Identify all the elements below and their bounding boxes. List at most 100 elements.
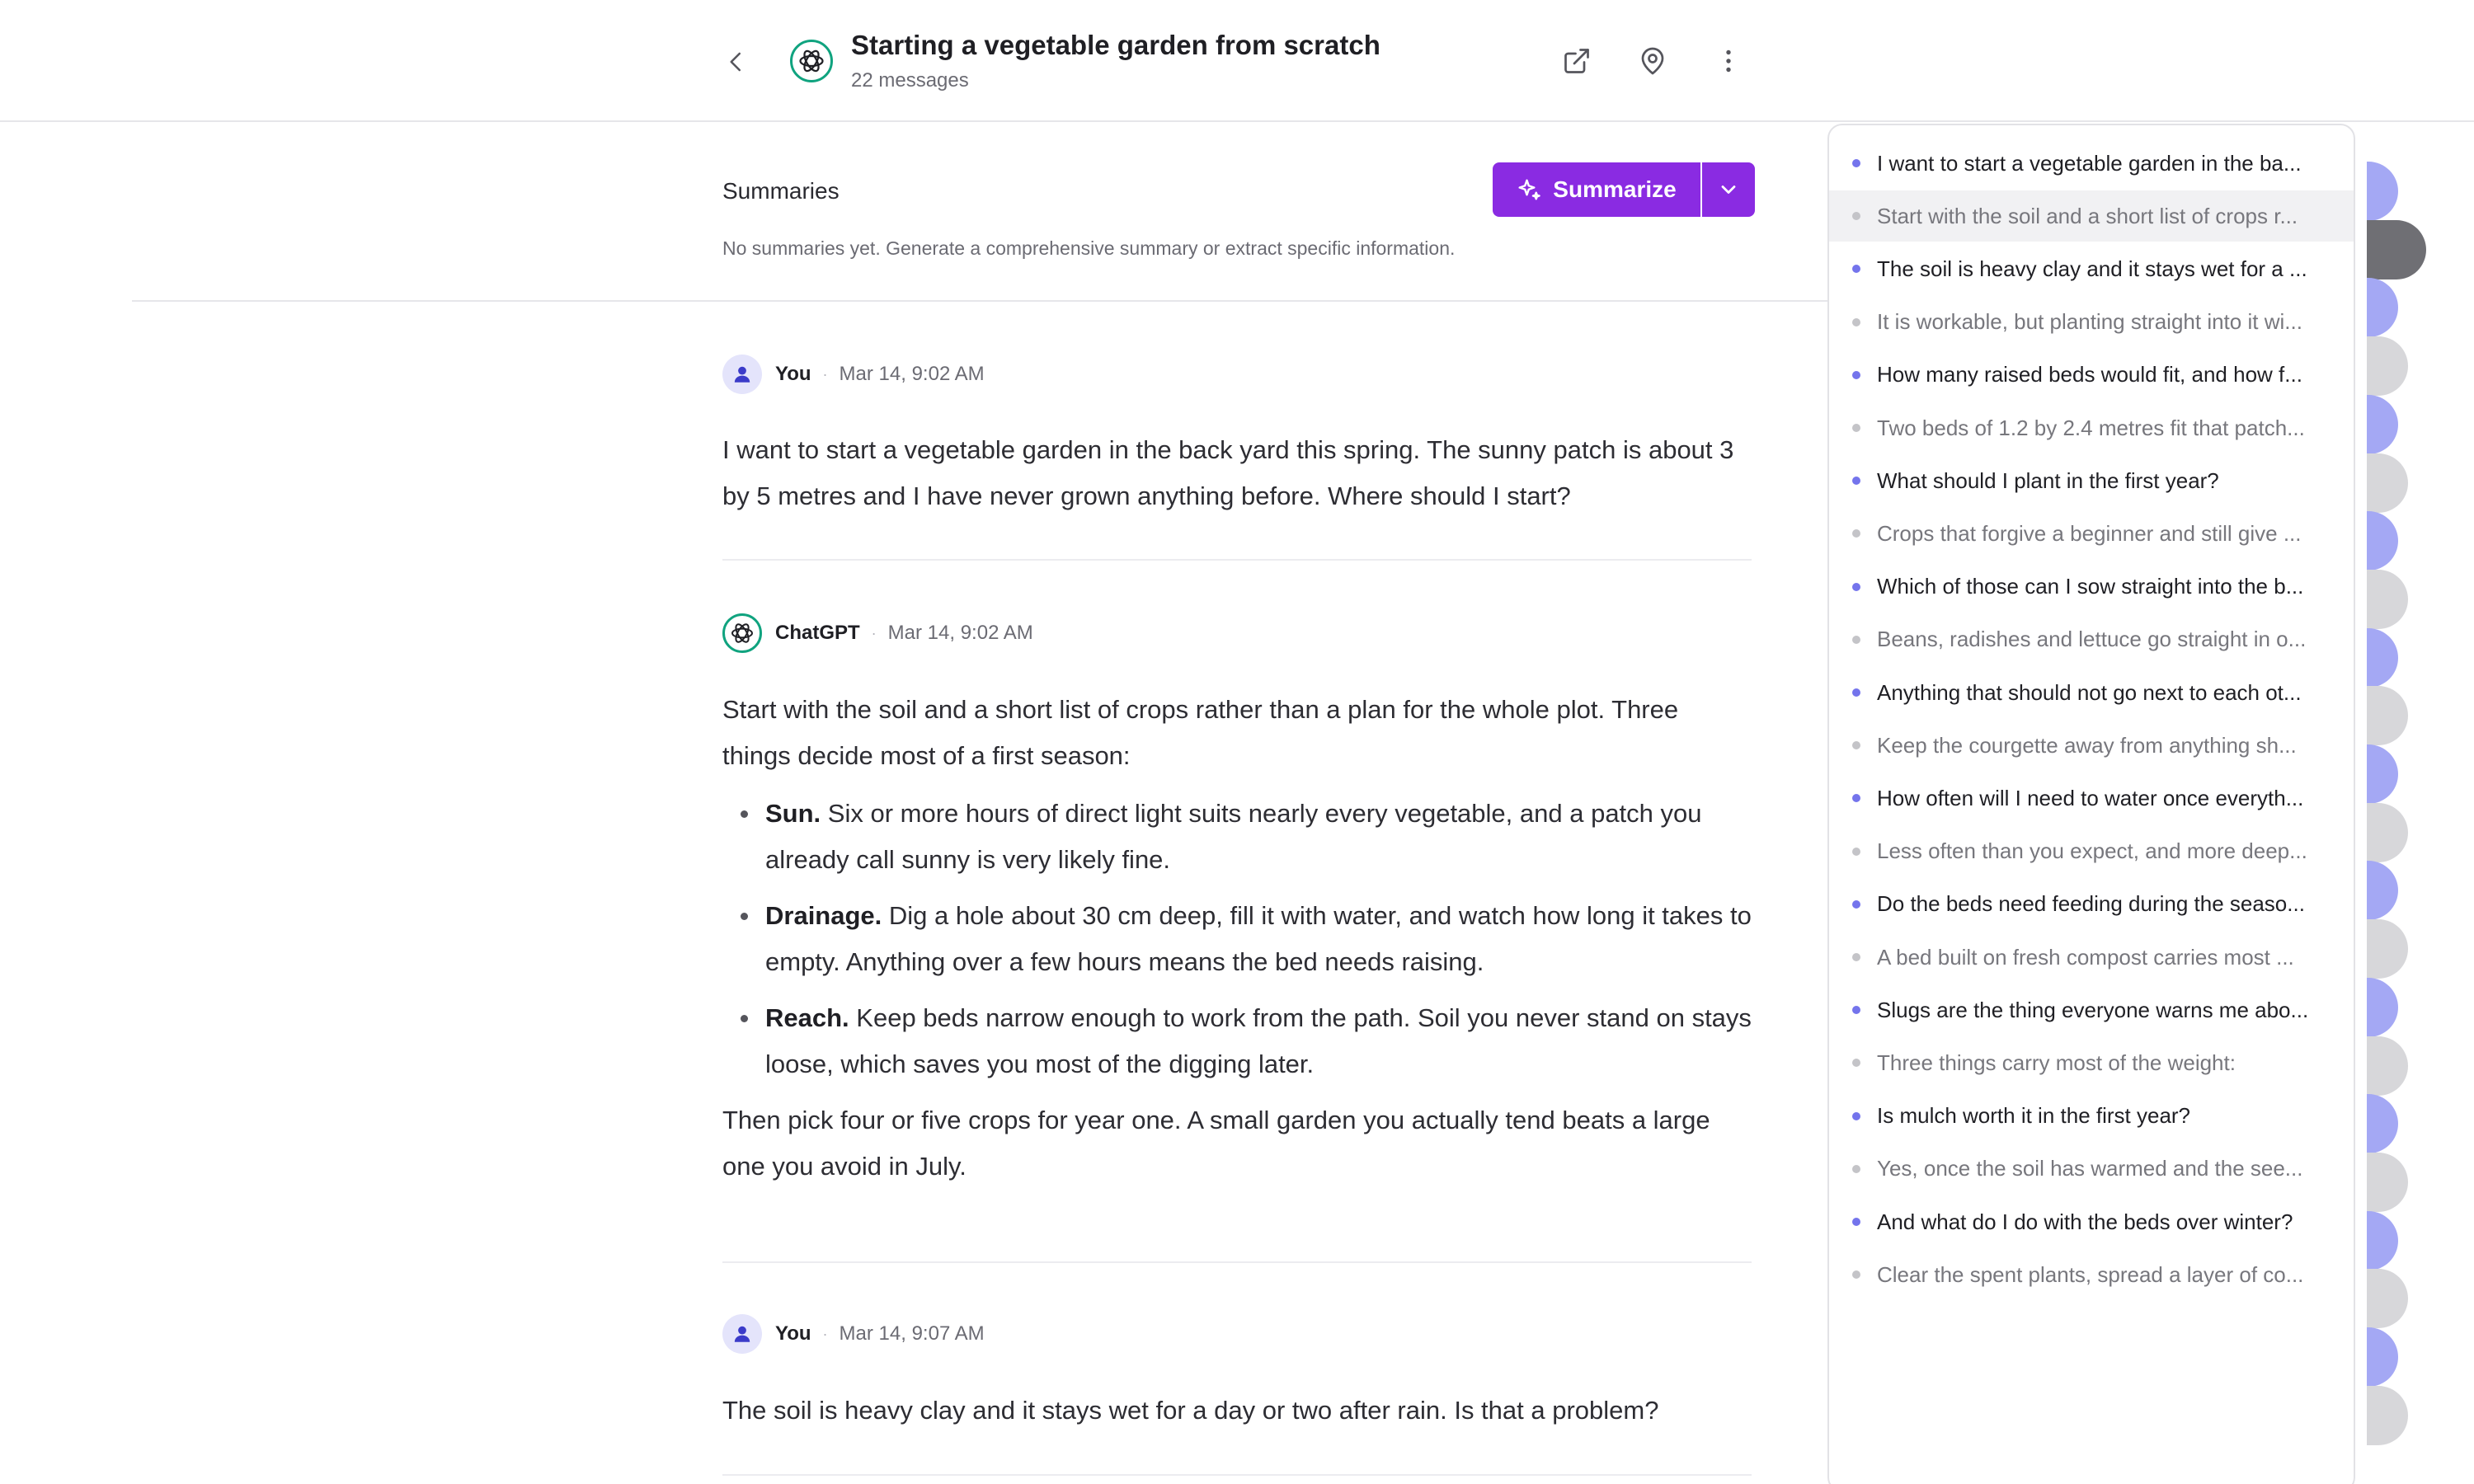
minimap-marker[interactable] [2367,162,2398,221]
chatgpt-avatar [722,613,762,653]
chatgpt-logo-icon [731,623,753,643]
message-outro: Then pick four or five crops for year on… [722,1106,1710,1181]
more-vertical-icon [1726,49,1731,73]
chatgpt-logo [790,40,833,82]
minimap-marker[interactable] [2367,1094,2398,1154]
user-message-dot [1852,1218,1860,1226]
minimap-marker[interactable] [2367,977,2398,1037]
outline-item[interactable]: Crops that forgive a beginner and still … [1829,508,2354,559]
minimap-marker[interactable] [2367,1210,2398,1270]
list-item: Sun. Six or more hours of direct light s… [722,791,1753,883]
message-header: ChatGPT · Mar 14, 9:02 AM [722,613,1033,653]
assistant-message-dot [1852,953,1860,961]
outline-item[interactable]: It is workable, but planting straight in… [1829,297,2354,348]
outline-item-label: Clear the spent plants, spread a layer o… [1877,1261,2304,1287]
message-header: You · Mar 14, 9:02 AM [722,355,985,394]
message-body: The soil is heavy clay and it stays wet … [722,1388,1753,1434]
outline-item-label: Crops that forgive a beginner and still … [1877,520,2302,546]
locate-button[interactable] [1633,41,1672,81]
message-time: Mar 14, 9:07 AM [839,1322,985,1345]
minimap-marker[interactable] [2367,1036,2408,1096]
message-intro: Start with the soil and a short list of … [722,695,1679,770]
outline-item[interactable]: I want to start a vegetable garden in th… [1829,138,2354,189]
minimap-marker[interactable] [2367,802,2408,862]
summarize-button[interactable]: Summarize [1493,162,1700,217]
message-count: 22 messages [851,69,969,92]
minimap-marker[interactable] [2367,336,2408,397]
outline-item[interactable]: Which of those can I sow straight into t… [1829,561,2354,613]
outline-item[interactable]: How many raised beds would fit, and how … [1829,350,2354,401]
message-header: You · Mar 14, 9:07 AM [722,1314,985,1354]
outline-item[interactable]: Yes, once the soil has warmed and the se… [1829,1144,2354,1195]
separator-dot: · [822,365,828,383]
minimap-marker[interactable] [2367,686,2408,746]
outline-item[interactable]: Less often than you expect, and more dee… [1829,826,2354,877]
bullet-text: Dig a hole about 30 cm deep, fill it wit… [765,901,1752,976]
outline-item[interactable]: Slugs are the thing everyone warns me ab… [1829,984,2354,1036]
assistant-message-dot [1852,212,1860,221]
minimap-marker[interactable] [2367,511,2398,571]
user-message-dot [1852,477,1860,486]
conversation-header: Starting a vegetable garden from scratch… [0,0,2474,122]
message-divider [722,559,1752,561]
summaries-section: Summaries No summaries yet. Generate a c… [132,124,1831,302]
minimap-marker[interactable] [2367,394,2398,454]
outline-item[interactable]: Beans, radishes and lettuce go straight … [1829,614,2354,665]
minimap-marker[interactable] [2367,569,2408,629]
assistant-message-dot [1852,1059,1860,1068]
message-divider [722,1474,1752,1476]
outline-item[interactable]: Keep the courgette away from anything sh… [1829,720,2354,771]
author-name: ChatGPT [775,622,860,644]
back-button[interactable] [717,43,755,81]
outline-item[interactable]: The soil is heavy clay and it stays wet … [1829,243,2354,294]
conversation-outline-panel: I want to start a vegetable garden in th… [1827,124,2355,1484]
outline-item-label: Two beds of 1.2 by 2.4 metres fit that p… [1877,415,2305,440]
outline-item[interactable]: How often will I need to water once ever… [1829,773,2354,824]
summaries-empty-text: No summaries yet. Generate a comprehensi… [722,237,1456,259]
minimap-marker[interactable] [2367,1385,2408,1445]
outline-item-label: Less often than you expect, and more dee… [1877,838,2307,864]
separator-dot: · [822,1325,828,1342]
user-icon [734,366,750,383]
outline-item[interactable]: What should I plant in the first year? [1829,455,2354,506]
list-item: Reach. Keep beds narrow enough to work f… [722,995,1753,1087]
outline-item[interactable]: Is mulch worth it in the first year? [1829,1091,2354,1142]
bullet-title: Sun. [765,799,821,828]
minimap-marker[interactable] [2367,219,2426,279]
outline-item-label: I want to start a vegetable garden in th… [1877,150,2302,176]
minimap-marker[interactable] [2367,744,2398,804]
assistant-message-dot [1852,1164,1860,1173]
outline-item-label: A bed built on fresh compost carries mos… [1877,944,2294,970]
outline-item[interactable]: A bed built on fresh compost carries mos… [1829,932,2354,983]
minimap-marker[interactable] [2367,1327,2398,1387]
more-options-button[interactable] [1709,41,1748,81]
outline-item-label: Which of those can I sow straight into t… [1877,574,2304,599]
outline-item[interactable]: Do the beds need feeding during the seas… [1829,879,2354,930]
summarize-options-button[interactable] [1702,162,1755,217]
minimap-marker[interactable] [2367,1152,2408,1212]
location-pin-icon [1641,47,1664,75]
external-link-icon [1564,49,1589,73]
outline-item[interactable]: And what do I do with the beds over wint… [1829,1196,2354,1247]
bullet-list: Sun. Six or more hours of direct light s… [722,791,1753,1087]
minimap-marker[interactable] [2367,861,2398,921]
minimap-marker[interactable] [2367,453,2408,513]
user-message-dot [1852,159,1860,167]
outline-item[interactable]: Start with the soil and a short list of … [1829,190,2354,242]
minimap-marker[interactable] [2367,919,2408,979]
outline-item[interactable]: Clear the spent plants, spread a layer o… [1829,1249,2354,1300]
minimap-marker[interactable] [2367,278,2398,338]
minimap-marker[interactable] [2367,627,2398,688]
minimap-marker[interactable] [2367,1269,2408,1329]
user-message-dot [1852,794,1860,803]
open-external-button[interactable] [1557,41,1597,81]
outline-item[interactable]: Three things carry most of the weight: [1829,1037,2354,1088]
list-item: Drainage. Dig a hole about 30 cm deep, f… [722,893,1753,985]
summarize-label: Summarize [1553,176,1677,202]
outline-item-label: Anything that should not go next to each… [1877,679,2302,705]
outline-item[interactable]: Anything that should not go next to each… [1829,667,2354,718]
outline-item-label: Keep the courgette away from anything sh… [1877,732,2297,758]
user-message-dot [1852,582,1860,591]
outline-item[interactable]: Two beds of 1.2 by 2.4 metres fit that p… [1829,402,2354,453]
user-message-dot [1852,370,1860,379]
